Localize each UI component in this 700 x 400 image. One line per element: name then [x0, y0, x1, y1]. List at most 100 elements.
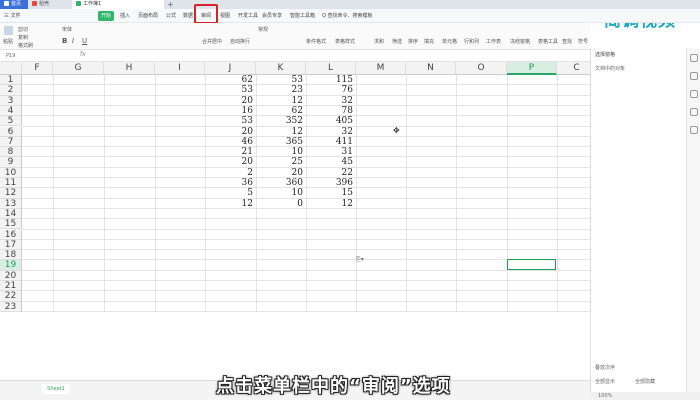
pointer-icon[interactable]	[690, 72, 698, 80]
clock-icon[interactable]	[690, 108, 698, 116]
table-tools-button[interactable]: 表格工具	[538, 38, 558, 45]
copy-label[interactable]: 复制	[18, 34, 28, 41]
column-header-g[interactable]: G	[53, 62, 104, 75]
column-header-c[interactable]: C	[557, 62, 590, 75]
conditional-format-button[interactable]: 条件格式	[306, 38, 326, 45]
cut-label[interactable]: 剪切	[18, 26, 28, 33]
row-header-16[interactable]: 16	[0, 229, 22, 240]
cell-k1[interactable]: 53	[256, 75, 303, 85]
row-header-3[interactable]: 3	[0, 95, 22, 106]
table-style-button[interactable]: 表格样式	[335, 38, 355, 45]
cell-l7[interactable]: 411	[306, 137, 353, 147]
row-header-14[interactable]: 14	[0, 208, 22, 220]
cell-j2[interactable]: 53	[205, 85, 253, 95]
wrap-text-button[interactable]: 自动换行	[230, 38, 250, 45]
cell-k4[interactable]: 62	[256, 106, 303, 116]
row-header-12[interactable]: 12	[0, 188, 22, 199]
row-header-21[interactable]: 21	[0, 281, 22, 292]
cell-k11[interactable]: 360	[256, 178, 303, 188]
cell-j8[interactable]: 21	[205, 147, 253, 157]
cell-l2[interactable]: 76	[306, 85, 353, 95]
tab-home[interactable]: 首页	[0, 0, 28, 9]
show-all-button[interactable]: 全部显示	[595, 378, 615, 385]
cell-k13[interactable]: 0	[256, 199, 303, 209]
sheet-tab[interactable]: Sheet1	[42, 384, 70, 394]
cell-l5[interactable]: 405	[306, 116, 353, 126]
select-all-corner[interactable]	[0, 62, 22, 75]
cell-l4[interactable]: 78	[306, 106, 353, 116]
sort-button[interactable]: 排序	[408, 38, 418, 45]
menu-data[interactable]: 数据	[183, 11, 193, 21]
cell-l3[interactable]: 32	[306, 96, 353, 106]
cell-l13[interactable]: 12	[306, 199, 353, 209]
shape-icon[interactable]	[690, 90, 698, 98]
format-painter-label[interactable]: 格式刷	[18, 42, 33, 49]
cell-k9[interactable]: 25	[256, 157, 303, 167]
underline-button[interactable]: U	[82, 37, 87, 45]
select-icon[interactable]	[690, 54, 698, 62]
row-header-20[interactable]: 20	[0, 270, 22, 281]
menu-formula[interactable]: 公式	[166, 11, 176, 21]
row-header-8[interactable]: 8	[0, 147, 22, 158]
row-header-1[interactable]: 1	[0, 75, 22, 86]
tab-docer[interactable]: 稻壳	[28, 0, 72, 9]
sum-button[interactable]: 求和	[374, 38, 384, 45]
column-header-i[interactable]: I	[155, 62, 205, 75]
cell-button[interactable]: 单元格	[442, 38, 457, 45]
italic-button[interactable]: I	[72, 37, 74, 45]
row-header-17[interactable]: 17	[0, 239, 22, 251]
cell-j5[interactable]: 53	[205, 116, 253, 126]
cell-j7[interactable]: 46	[205, 137, 253, 147]
cell-j12[interactable]: 5	[205, 188, 253, 198]
row-header-7[interactable]: 7	[0, 136, 22, 148]
menu-file[interactable]: 三 文件	[4, 11, 21, 21]
column-header-m[interactable]: M	[356, 62, 406, 75]
tab-workbook[interactable]: 工作簿1	[72, 0, 164, 9]
menu-member[interactable]: 会员专享	[262, 11, 282, 21]
cell-j6[interactable]: 20	[205, 127, 253, 137]
spreadsheet-grid[interactable]: F G H I J K L M N O P C 1 2 3 4 5 6 7 8 9 10 11 12 13 14 15 16 17 18 1…	[0, 62, 590, 380]
tools-icon[interactable]	[690, 126, 698, 134]
row-header-18[interactable]: 18	[0, 250, 22, 261]
cell-k10[interactable]: 20	[256, 168, 303, 178]
symbol-button[interactable]: 符号	[578, 38, 588, 45]
row-header-19[interactable]: 19	[0, 260, 22, 271]
column-header-f[interactable]: F	[22, 62, 53, 75]
row-col-button[interactable]: 行和列	[464, 38, 479, 45]
new-tab-icon[interactable]: +	[167, 0, 174, 9]
menu-search[interactable]: Q 查找命令、搜索模板	[322, 11, 373, 21]
cell-k2[interactable]: 23	[256, 85, 303, 95]
bold-button[interactable]: B	[62, 37, 67, 45]
fx-icon[interactable]: fx	[80, 51, 86, 58]
cell-l1[interactable]: 115	[306, 75, 353, 85]
cell-j4[interactable]: 16	[205, 106, 253, 116]
cell-k5[interactable]: 352	[256, 116, 303, 126]
column-header-n[interactable]: N	[406, 62, 456, 75]
menu-page-layout[interactable]: 页面布局	[138, 11, 158, 21]
name-box[interactable]: P19	[6, 52, 50, 60]
zoom-level[interactable]: 100%	[598, 393, 612, 399]
menu-smart-tools[interactable]: 智能工具箱	[290, 11, 315, 21]
row-header-2[interactable]: 2	[0, 85, 22, 96]
menu-start[interactable]: 开始	[98, 11, 115, 21]
row-header-23[interactable]: 23	[0, 301, 22, 312]
cell-j11[interactable]: 36	[205, 178, 253, 188]
cell-j1[interactable]: 62	[205, 75, 253, 85]
column-header-l[interactable]: L	[306, 62, 356, 75]
row-header-10[interactable]: 10	[0, 167, 22, 178]
cell-k12[interactable]: 10	[256, 188, 303, 198]
column-header-o[interactable]: O	[456, 62, 507, 75]
column-header-h[interactable]: H	[104, 62, 155, 75]
fill-button[interactable]: 填充	[424, 38, 434, 45]
row-header-6[interactable]: 6	[0, 126, 22, 137]
menu-insert[interactable]: 插入	[120, 11, 130, 21]
number-format-select[interactable]: 常规	[258, 26, 268, 33]
column-header-j[interactable]: J	[205, 62, 256, 75]
menu-view[interactable]: 视图	[220, 11, 230, 21]
cell-j13[interactable]: 12	[205, 199, 253, 209]
cell-k3[interactable]: 12	[256, 96, 303, 106]
worksheet-button[interactable]: 工作表	[486, 38, 501, 45]
row-header-4[interactable]: 4	[0, 105, 22, 117]
cell-l12[interactable]: 15	[306, 188, 353, 198]
merge-center-button[interactable]: 合并居中	[202, 38, 222, 45]
